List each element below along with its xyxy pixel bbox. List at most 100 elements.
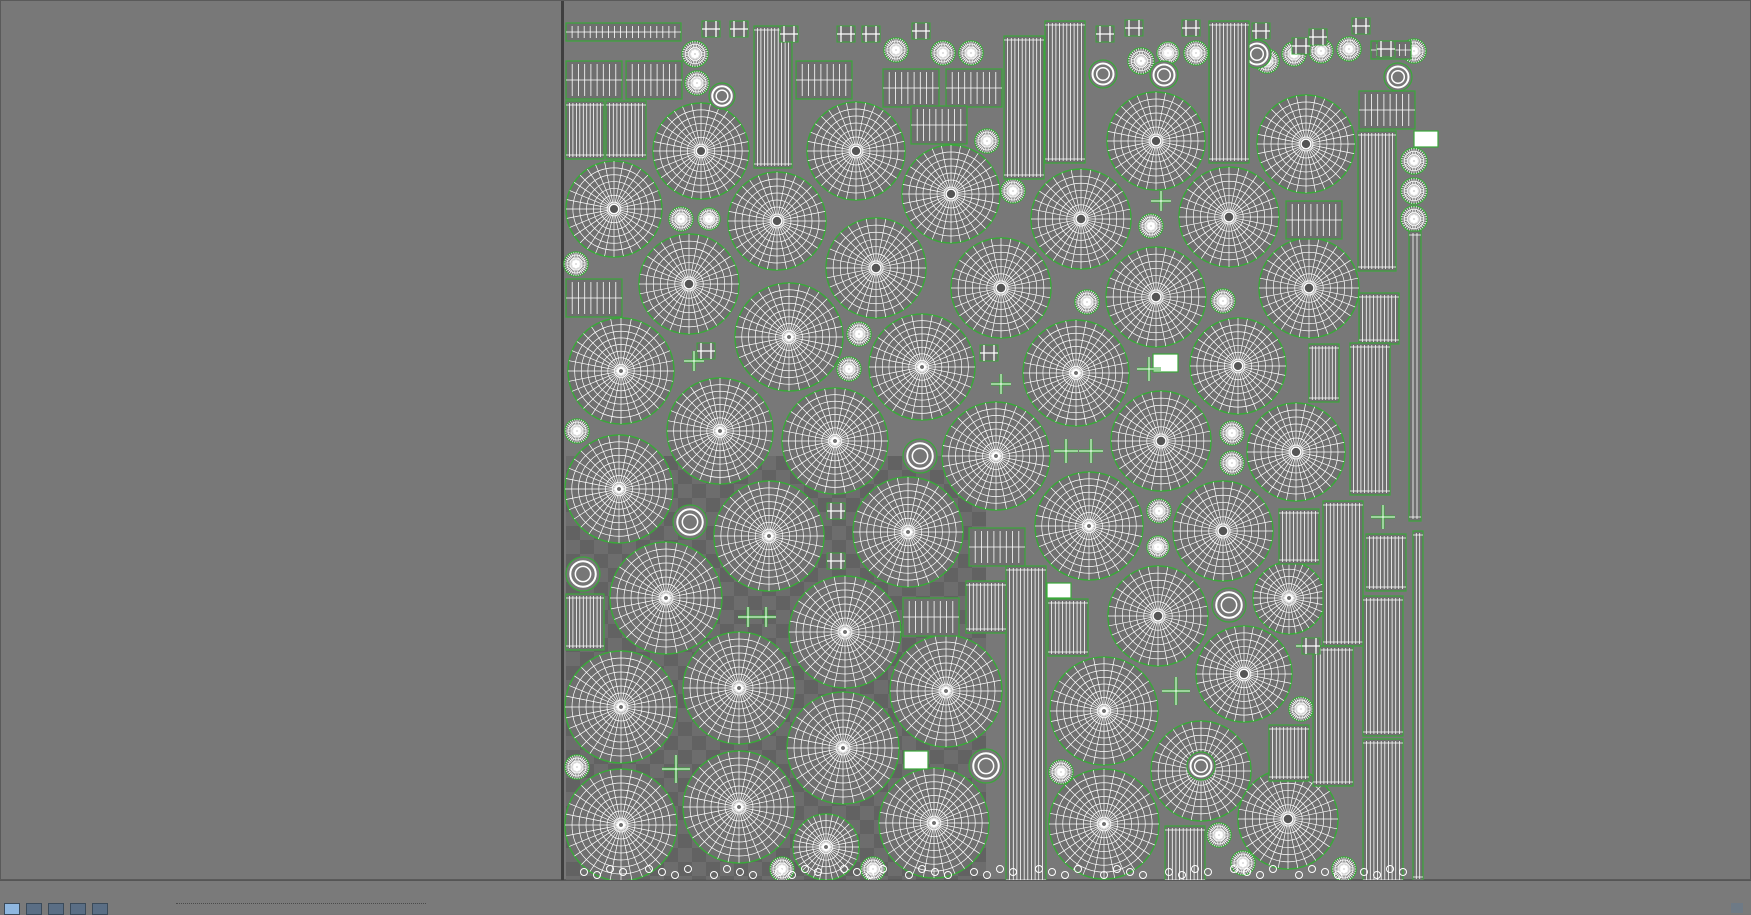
uv-island-disc[interactable]: [1138, 213, 1164, 239]
uv-island-disc[interactable]: [852, 476, 964, 588]
uv-island-strip[interactable]: [1362, 595, 1404, 737]
uv-island-strip[interactable]: [605, 100, 647, 160]
uv-island-cap[interactable]: [696, 342, 716, 360]
uv-island-disc[interactable]: [1210, 288, 1236, 314]
uv-island-strip[interactable]: [1412, 530, 1424, 881]
uv-island-cap[interactable]: [861, 25, 881, 43]
uv-island-disc[interactable]: [609, 541, 723, 655]
uv-island-disc[interactable]: [1048, 768, 1160, 880]
uv-island-disc[interactable]: [786, 691, 900, 805]
uv-island-disc[interactable]: [1049, 656, 1159, 766]
uv-island-disc[interactable]: [1189, 317, 1287, 415]
uv-island-disc[interactable]: [697, 207, 721, 231]
uv-island-small[interactable]: [983, 871, 991, 879]
uv-island-disc[interactable]: [652, 102, 750, 200]
uv-island-disc[interactable]: [958, 40, 984, 66]
uv-island-small[interactable]: [684, 865, 692, 873]
uv-island-strip[interactable]: [1312, 645, 1354, 787]
uv-island-disc[interactable]: [713, 480, 825, 592]
uv-island-small[interactable]: [996, 865, 1004, 873]
uv-island-disc[interactable]: [901, 144, 1001, 244]
uv-island-cap[interactable]: [1308, 28, 1328, 46]
uv-island-cross[interactable]: [1054, 439, 1078, 463]
uv-island-ring[interactable]: [1211, 587, 1247, 623]
uv-island-ring[interactable]: [1186, 751, 1216, 781]
uv-island-disc[interactable]: [1178, 166, 1280, 268]
uv-island-disc[interactable]: [564, 418, 590, 444]
uv-island-strip[interactable]: [1358, 292, 1400, 345]
uv-island-cap[interactable]: [1376, 40, 1396, 58]
uv-island-cross[interactable]: [738, 607, 758, 627]
uv-island-disc[interactable]: [1256, 94, 1356, 194]
rotate-tool-icon[interactable]: [48, 903, 64, 915]
uv-island-small[interactable]: [723, 865, 731, 873]
uv-island-disc[interactable]: [806, 101, 906, 201]
uv-island-cap[interactable]: [1251, 22, 1271, 40]
uv-island-disc[interactable]: [941, 401, 1051, 511]
uv-island-cross[interactable]: [662, 755, 690, 783]
uv-island-disc[interactable]: [1336, 36, 1362, 62]
uv-island-ring[interactable]: [565, 556, 601, 592]
uv-island-cross[interactable]: [991, 374, 1011, 394]
uv-island-strip[interactable]: [565, 100, 605, 160]
uv-island-strip[interactable]: [565, 278, 623, 318]
uv-island-disc[interactable]: [1219, 450, 1245, 476]
uv-island-small[interactable]: [1321, 868, 1329, 876]
uv-island-disc[interactable]: [889, 634, 1003, 748]
uv-island-strip[interactable]: [565, 593, 605, 651]
uv-island-cap[interactable]: [701, 20, 721, 38]
uv-island-disc[interactable]: [788, 575, 902, 689]
uv-island-disc[interactable]: [836, 356, 862, 382]
uv-island-disc[interactable]: [950, 237, 1052, 339]
uv-island-small[interactable]: [1048, 868, 1056, 876]
uv-island-cap[interactable]: [826, 552, 846, 570]
uv-island-disc[interactable]: [1258, 237, 1360, 339]
uv-island-disc[interactable]: [1127, 47, 1155, 75]
uv-island-disc[interactable]: [1107, 565, 1209, 667]
uv-island-cap[interactable]: [911, 22, 931, 40]
uv-island-strip[interactable]: [1285, 200, 1343, 240]
uv-island-cap[interactable]: [1291, 37, 1311, 55]
uv-island-small[interactable]: [1308, 865, 1316, 873]
uv-island-cap[interactable]: [1095, 25, 1115, 43]
uv-island-cap[interactable]: [1351, 17, 1371, 35]
uv-island-disc[interactable]: [564, 754, 590, 780]
uv-island-disc[interactable]: [734, 282, 844, 392]
uv-island-strip[interactable]: [882, 68, 940, 108]
uv-island-disc[interactable]: [638, 233, 740, 335]
uv-island-disc[interactable]: [1183, 40, 1209, 66]
uv-island-strip[interactable]: [1044, 20, 1086, 164]
uv-island-strip[interactable]: [1322, 500, 1364, 647]
uv-island-strip[interactable]: [1408, 230, 1422, 522]
uv-island-disc[interactable]: [684, 70, 710, 96]
uv-island-disc[interactable]: [1252, 561, 1326, 635]
uv-island-disc[interactable]: [682, 631, 796, 745]
uv-island-small[interactable]: [580, 868, 588, 876]
uv-island-disc[interactable]: [883, 37, 909, 63]
uv-island-disc[interactable]: [1146, 498, 1172, 524]
uv-island-disc[interactable]: [1400, 205, 1428, 233]
uv-island-disc[interactable]: [846, 321, 872, 347]
uv-island-strip[interactable]: [968, 527, 1026, 567]
uv-island-disc[interactable]: [567, 317, 675, 425]
uv-islands[interactable]: [1, 1, 1751, 881]
uv-island-disc[interactable]: [1230, 850, 1256, 876]
uv-island-strip[interactable]: [965, 580, 1007, 634]
uv-island-small[interactable]: [1061, 871, 1069, 879]
uv-island-disc[interactable]: [930, 40, 956, 66]
uv-island-strip[interactable]: [1208, 20, 1250, 164]
uv-island-strip[interactable]: [625, 60, 683, 100]
select-tool-icon[interactable]: [4, 903, 20, 915]
uv-island-cross[interactable]: [1079, 439, 1103, 463]
uv-island-disc[interactable]: [1288, 696, 1314, 722]
uv-island-disc[interactable]: [1400, 177, 1428, 205]
uv-island-small[interactable]: [749, 871, 757, 879]
uv-island-cap[interactable]: [836, 25, 856, 43]
uv-island-disc[interactable]: [1030, 168, 1132, 270]
uv-island-cap[interactable]: [1124, 19, 1144, 37]
uv-island-strip[interactable]: [1005, 565, 1047, 881]
pin-tool-icon[interactable]: [1731, 903, 1743, 913]
uv-island-cap[interactable]: [1301, 637, 1321, 655]
uv-island-cross[interactable]: [1162, 677, 1190, 705]
uv-island-disc[interactable]: [563, 251, 589, 277]
